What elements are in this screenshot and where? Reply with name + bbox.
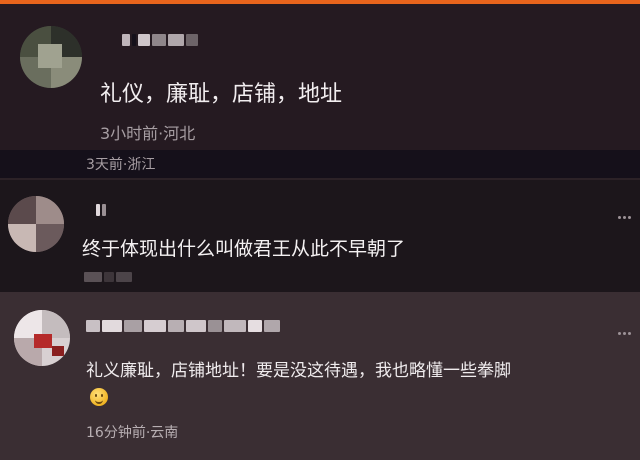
comment-meta-strip: 3天前·浙江 bbox=[0, 150, 640, 178]
comment-item: 礼义廉耻，店铺地址！要是没这待遇，我也略懂一些拳脚 16分钟前·云南 bbox=[0, 292, 640, 460]
comment-text: 礼仪，廉耻，店铺，地址 bbox=[100, 82, 343, 107]
username-blurred[interactable] bbox=[86, 320, 280, 332]
smiling-face-emoji bbox=[90, 388, 108, 406]
comment-text: 终于体现出什么叫做君王从此不早朝了 bbox=[82, 238, 406, 260]
comment-meta: 3天前·浙江 bbox=[86, 157, 156, 173]
comment-meta: 16分钟前·云南 bbox=[86, 425, 179, 441]
comment-meta: 3小时前·河北 bbox=[100, 124, 196, 143]
comment-item: 礼仪，廉耻，店铺，地址 3小时前·河北 bbox=[0, 4, 640, 150]
avatar[interactable] bbox=[8, 196, 64, 252]
comment-text: 礼义廉耻，店铺地址！要是没这待遇，我也略懂一些拳脚 bbox=[86, 361, 511, 381]
comment-item: 终于体现出什么叫做君王从此不早朝了 bbox=[0, 178, 640, 292]
comment-meta-blurred bbox=[84, 272, 132, 282]
username-blurred[interactable] bbox=[96, 204, 106, 216]
avatar[interactable] bbox=[14, 310, 70, 366]
more-icon[interactable] bbox=[618, 216, 631, 219]
username-blurred[interactable] bbox=[122, 34, 198, 46]
more-icon[interactable] bbox=[618, 332, 631, 335]
avatar[interactable] bbox=[20, 26, 82, 88]
